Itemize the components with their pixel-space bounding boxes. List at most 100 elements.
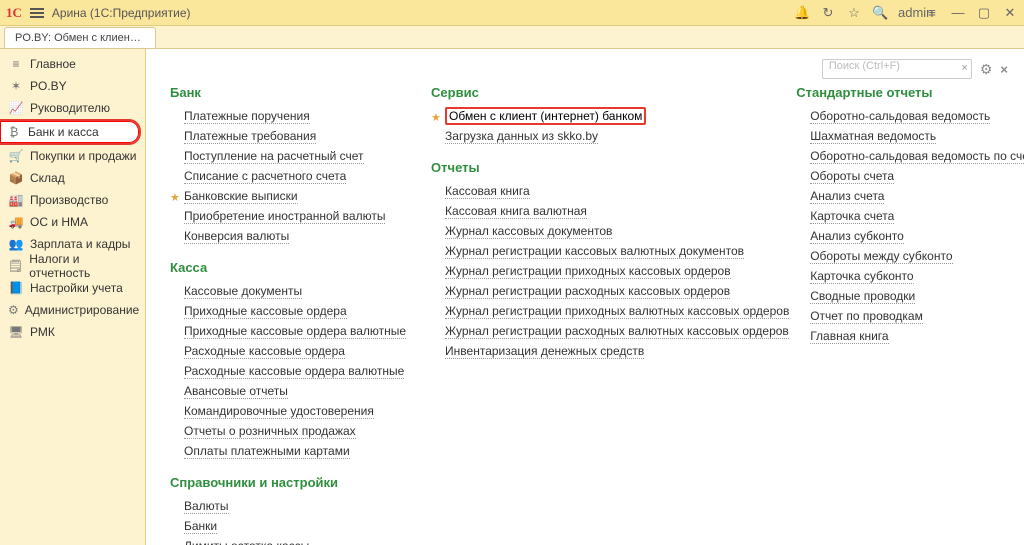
sidebar-item-5[interactable]: 📦Склад [0,167,145,189]
sidebar-icon: ✶ [8,78,24,94]
menu-link[interactable]: Списание с расчетного счета [170,166,371,186]
menu-link-label: Анализ субконто [810,229,904,244]
menu-link[interactable]: Конверсия валюты [170,226,371,246]
menu-link[interactable]: Журнал регистрации кассовых валютных док… [431,241,736,261]
clear-icon[interactable]: × [961,62,967,74]
search-icon[interactable]: 🔍 [872,5,888,21]
menu-link-label: Журнал кассовых документов [445,224,612,239]
menu-link-label: Расходные кассовые ордера валютные [184,364,404,379]
user-label[interactable]: admin [898,5,914,20]
menu-link[interactable]: ★Обмен с клиент (интернет) банком [431,106,736,126]
menu-link[interactable]: Журнал регистрации расходных валютных ка… [431,321,736,341]
sidebar-item-7[interactable]: 🚚ОС и НМА [0,211,145,233]
menu-link[interactable]: Приходные кассовые ордера [170,301,371,321]
app-logo: 1C [6,5,22,21]
menu-link[interactable]: Платежные требования [170,126,371,146]
menu-link-label: Конверсия валюты [184,229,289,244]
panel-close-icon[interactable]: × [1000,62,1008,77]
menu-link[interactable]: Командировочные удостоверения [170,401,371,421]
sidebar-item-6[interactable]: 🏭Производство [0,189,145,211]
section-title: Сервис [431,85,736,100]
menu-link[interactable]: Карточка субконто [796,266,1004,286]
tab-active[interactable]: PO.BY: Обмен с клиент (интер [4,27,156,48]
sidebar-item-0[interactable]: ≡Главное [0,53,145,75]
menu-link[interactable]: ★Банковские выписки [170,186,371,206]
menu-link[interactable]: Платежные поручения [170,106,371,126]
menu-link[interactable]: Загрузка данных из skko.by [431,126,736,146]
menu-link-label: Сводные проводки [810,289,915,304]
menu-link[interactable]: Журнал кассовых документов [431,221,736,241]
menu-link[interactable]: Обороты между субконто [796,246,1004,266]
sidebar-item-10[interactable]: 📘 Настройки учета [0,277,145,299]
menu-link[interactable]: Приходные кассовые ордера валютные [170,321,371,341]
menu-link[interactable]: Авансовые отчеты [170,381,371,401]
menu-link[interactable]: Расходные кассовые ордера [170,341,371,361]
settings-icon[interactable]: ≡ [924,5,940,20]
menu-link[interactable]: Приобретение иностранной валюты [170,206,371,226]
menu-link-label: Кассовая книга валютная [445,204,587,219]
menu-link[interactable]: Отчет по проводкам [796,306,1004,326]
close-icon[interactable]: ✕ [1002,5,1018,21]
maximize-icon[interactable]: ▢ [976,5,992,21]
menu-link[interactable]: Обороты счета [796,166,1004,186]
history-icon[interactable]: ↻ [820,5,836,21]
sidebar-item-label: PO.BY [30,79,67,93]
menu-link[interactable]: Журнал регистрации приходных валютных ка… [431,301,736,321]
star-icon[interactable]: ☆ [846,5,862,21]
menu-link[interactable]: Отчеты о розничных продажах [170,421,371,441]
minimize-icon[interactable]: — [950,5,966,20]
menu-link[interactable]: Поступление на расчетный счет [170,146,371,166]
menu-link[interactable]: Анализ субконто [796,226,1004,246]
menu-link-label: Авансовые отчеты [184,384,288,399]
menu-link-label: Карточка счета [810,209,894,224]
content-tools: Поиск (Ctrl+F) × ⚙ × [822,59,1008,79]
bell-icon[interactable]: 🔔 [794,5,810,21]
menu-link-label: Кассовая книга [445,184,530,199]
tabbar: PO.BY: Обмен с клиент (интер [0,26,1024,49]
sidebar-icon: 👥 [8,236,24,252]
sidebar-item-9[interactable]: 🗒Налоги и отчетность [0,255,145,277]
menu-link[interactable]: Оборотно-сальдовая ведомость по счету [796,146,1004,166]
menu-link[interactable]: Журнал регистрации приходных кассовых ор… [431,261,736,281]
menu-link-label: Командировочные удостоверения [184,404,374,419]
menu-link[interactable]: Шахматная ведомость [796,126,1004,146]
menu-link[interactable]: Сводные проводки [796,286,1004,306]
sidebar-icon: 📘 [8,280,24,296]
sidebar-item-3[interactable]: ₿Банк и касса [0,119,141,145]
menu-link[interactable]: Анализ счета [796,186,1004,206]
sidebar-item-label: Настройки учета [30,281,123,295]
menu-link[interactable]: Журнал регистрации расходных кассовых ор… [431,281,736,301]
menu-link[interactable]: Кассовая книга [431,181,736,201]
sidebar-item-label: Налоги и отчетность [29,252,137,280]
search-input[interactable]: Поиск (Ctrl+F) × [822,59,972,79]
sidebar-item-12[interactable]: 🖥РМК [0,321,145,343]
menu-link[interactable]: Главная книга [796,326,1004,346]
menu-link[interactable]: Валюты [170,496,371,516]
menu-link[interactable]: Инвентаризация денежных средств [431,341,736,361]
menu-icon[interactable] [30,8,44,18]
menu-link[interactable]: Карточка счета [796,206,1004,226]
menu-link-label: Журнал регистрации приходных кассовых ор… [445,264,731,279]
sidebar-item-label: Руководителю [30,101,110,115]
sidebar-icon: ₿ [6,124,22,140]
sidebar-item-2[interactable]: 📈 Руководителю [0,97,145,119]
sidebar-item-11[interactable]: ⚙Администрирование [0,299,145,321]
menu-link-label: Банки [184,519,217,534]
sidebar-item-1[interactable]: ✶ PO.BY [0,75,145,97]
menu-link[interactable]: Кассовые документы [170,281,371,301]
sidebar-item-4[interactable]: 🛒Покупки и продажи [0,145,145,167]
gear-icon[interactable]: ⚙ [980,61,993,78]
sidebar-item-label: Зарплата и кадры [30,237,130,251]
menu-link[interactable]: Банки [170,516,371,536]
menu-link-label: Расходные кассовые ордера [184,344,345,359]
menu-link[interactable]: Оборотно-сальдовая ведомость [796,106,1004,126]
menu-link[interactable]: Оплаты платежными картами [170,441,371,461]
menu-link[interactable]: Кассовая книга валютная [431,201,736,221]
menu-link[interactable]: Расходные кассовые ордера валютные [170,361,371,381]
menu-link-label: Обороты между субконто [810,249,952,264]
sidebar-item-label: РМК [30,325,55,339]
sidebar-icon: 🚚 [8,214,24,230]
sidebar-icon: 📈 [8,100,24,116]
sidebar-item-label: Покупки и продажи [30,149,137,163]
shell: ≡Главное ✶ PO.BY 📈 Руководителю ₿Банк и касса… [0,49,1024,545]
